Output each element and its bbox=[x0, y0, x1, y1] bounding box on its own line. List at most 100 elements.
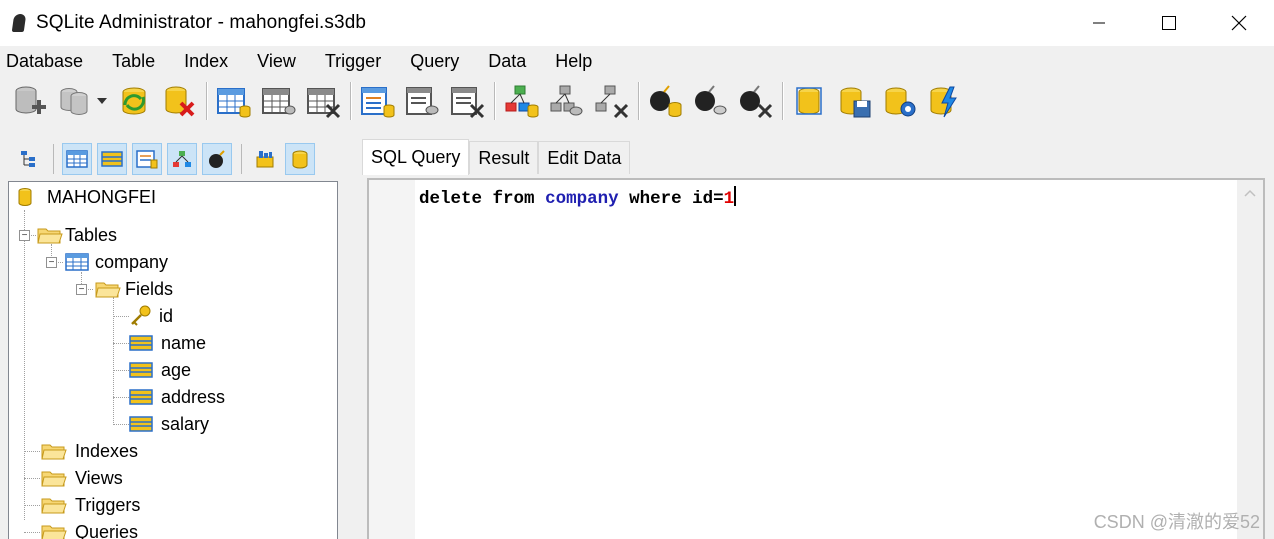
toolbar-separator bbox=[494, 82, 495, 120]
new-index-button[interactable] bbox=[357, 81, 397, 121]
menu-query[interactable]: Query bbox=[404, 51, 474, 72]
database-tree: MAHONGFEI − Tables − company − Fields id… bbox=[8, 181, 338, 539]
menu-view[interactable]: View bbox=[251, 51, 311, 72]
field-name: salary bbox=[161, 413, 210, 434]
tree-node-field-age[interactable]: age bbox=[129, 357, 191, 383]
delete-database-button[interactable] bbox=[159, 81, 199, 121]
new-view-button[interactable] bbox=[501, 81, 541, 121]
table-icon bbox=[65, 253, 89, 271]
show-indexes-button[interactable] bbox=[132, 143, 162, 175]
save-database-button[interactable] bbox=[834, 81, 874, 121]
tree-view-button[interactable] bbox=[14, 143, 44, 175]
compact-database-button[interactable] bbox=[924, 81, 964, 121]
open-database-button[interactable] bbox=[55, 81, 95, 121]
company-collapse-toggle[interactable]: − bbox=[46, 257, 57, 268]
tables-collapse-toggle[interactable]: − bbox=[19, 230, 30, 241]
edit-table-icon bbox=[262, 88, 296, 115]
tab-result[interactable]: Result bbox=[469, 141, 539, 174]
menu-table[interactable]: Table bbox=[106, 51, 170, 72]
database-icon bbox=[796, 87, 822, 115]
queries-icon bbox=[256, 151, 274, 168]
maximize-button[interactable] bbox=[1134, 0, 1204, 46]
field-icon bbox=[129, 389, 153, 405]
edit-trigger-icon bbox=[695, 85, 727, 115]
menu-trigger[interactable]: Trigger bbox=[319, 51, 396, 72]
field-name: age bbox=[161, 359, 192, 380]
menu-help[interactable]: Help bbox=[549, 51, 607, 72]
delete-trigger-icon bbox=[740, 85, 773, 119]
delete-index-icon bbox=[451, 87, 485, 119]
sqlite-feather-icon bbox=[10, 12, 28, 34]
minimize-button[interactable] bbox=[1064, 0, 1134, 46]
tree-node-field-id[interactable]: id bbox=[129, 303, 173, 329]
tree-node-field-salary[interactable]: salary bbox=[129, 411, 209, 437]
toolbar-separator bbox=[53, 144, 54, 174]
show-queries-button[interactable] bbox=[250, 143, 280, 175]
tree-node-field-name[interactable]: name bbox=[129, 330, 206, 356]
edit-trigger-button[interactable] bbox=[690, 81, 730, 121]
database-icon bbox=[18, 188, 32, 206]
delete-table-icon bbox=[307, 88, 341, 119]
object-explorer: MAHONGFEI − Tables − company − Fields id… bbox=[8, 139, 338, 539]
menu-index[interactable]: Index bbox=[178, 51, 243, 72]
delete-index-button[interactable] bbox=[447, 81, 487, 121]
new-table-button[interactable] bbox=[213, 81, 253, 121]
edit-table-button[interactable] bbox=[258, 81, 298, 121]
field-name: address bbox=[161, 386, 226, 407]
sql-keyword: where bbox=[629, 189, 682, 209]
menu-bar: Database Table Index View Trigger Query … bbox=[0, 46, 1274, 76]
tree-node-triggers[interactable]: Triggers bbox=[41, 492, 140, 518]
tree-node-field-address[interactable]: address bbox=[129, 384, 225, 410]
tables-icon bbox=[66, 150, 88, 168]
database-info-button[interactable] bbox=[285, 143, 315, 175]
tree-node-tables[interactable]: Tables bbox=[37, 222, 117, 248]
menu-data[interactable]: Data bbox=[482, 51, 541, 72]
tree-node-queries[interactable]: Queries bbox=[41, 519, 138, 539]
vertical-scrollbar[interactable] bbox=[1237, 180, 1263, 539]
view-icon bbox=[505, 85, 539, 118]
main-toolbar bbox=[0, 76, 1274, 126]
tab-edit-data[interactable]: Edit Data bbox=[538, 141, 631, 174]
tree-node-database[interactable]: MAHONGFEI bbox=[17, 184, 156, 210]
sql-editor[interactable]: delete from company where id=1 bbox=[367, 178, 1265, 539]
refresh-database-button[interactable] bbox=[114, 81, 154, 121]
database-settings-button[interactable] bbox=[879, 81, 919, 121]
fields-collapse-toggle[interactable]: − bbox=[76, 284, 87, 295]
folder-open-icon bbox=[95, 282, 121, 298]
title-bar: SQLite Administrator - mahongfei.s3db bbox=[0, 0, 1274, 46]
delete-table-button[interactable] bbox=[303, 81, 343, 121]
delete-view-button[interactable] bbox=[591, 81, 631, 121]
index-icon bbox=[361, 87, 395, 118]
table-icon bbox=[217, 88, 251, 118]
tree-node-fields[interactable]: Fields bbox=[95, 276, 173, 302]
close-button[interactable] bbox=[1204, 0, 1274, 46]
indexes-label: Indexes bbox=[75, 440, 139, 461]
delete-view-icon bbox=[595, 85, 629, 119]
add-database-button[interactable] bbox=[10, 81, 50, 121]
database-settings-icon bbox=[885, 87, 916, 117]
scroll-up-arrow-icon[interactable] bbox=[1243, 188, 1257, 198]
line-gutter bbox=[369, 180, 415, 539]
new-trigger-button[interactable] bbox=[645, 81, 685, 121]
indexes-icon bbox=[136, 150, 158, 169]
database-properties-button[interactable] bbox=[789, 81, 829, 121]
tree-node-company[interactable]: company bbox=[65, 249, 168, 275]
folder-icon bbox=[41, 444, 67, 460]
show-triggers-button[interactable] bbox=[202, 143, 232, 175]
show-fields-button[interactable] bbox=[97, 143, 127, 175]
sql-code-line[interactable]: delete from company where id=1 bbox=[419, 186, 737, 209]
text-caret bbox=[734, 186, 737, 206]
tab-sql-query[interactable]: SQL Query bbox=[362, 139, 470, 175]
edit-index-icon bbox=[406, 87, 439, 115]
edit-view-button[interactable] bbox=[546, 81, 586, 121]
show-tables-button[interactable] bbox=[62, 143, 92, 175]
delete-trigger-button[interactable] bbox=[735, 81, 775, 121]
edit-index-button[interactable] bbox=[402, 81, 442, 121]
folder-icon bbox=[41, 498, 67, 514]
tree-node-views[interactable]: Views bbox=[41, 465, 123, 491]
show-views-button[interactable] bbox=[167, 143, 197, 175]
tree-node-indexes[interactable]: Indexes bbox=[41, 438, 138, 464]
views-label: Views bbox=[75, 467, 123, 488]
open-database-dropdown[interactable] bbox=[96, 81, 108, 121]
menu-database[interactable]: Database bbox=[0, 51, 98, 72]
